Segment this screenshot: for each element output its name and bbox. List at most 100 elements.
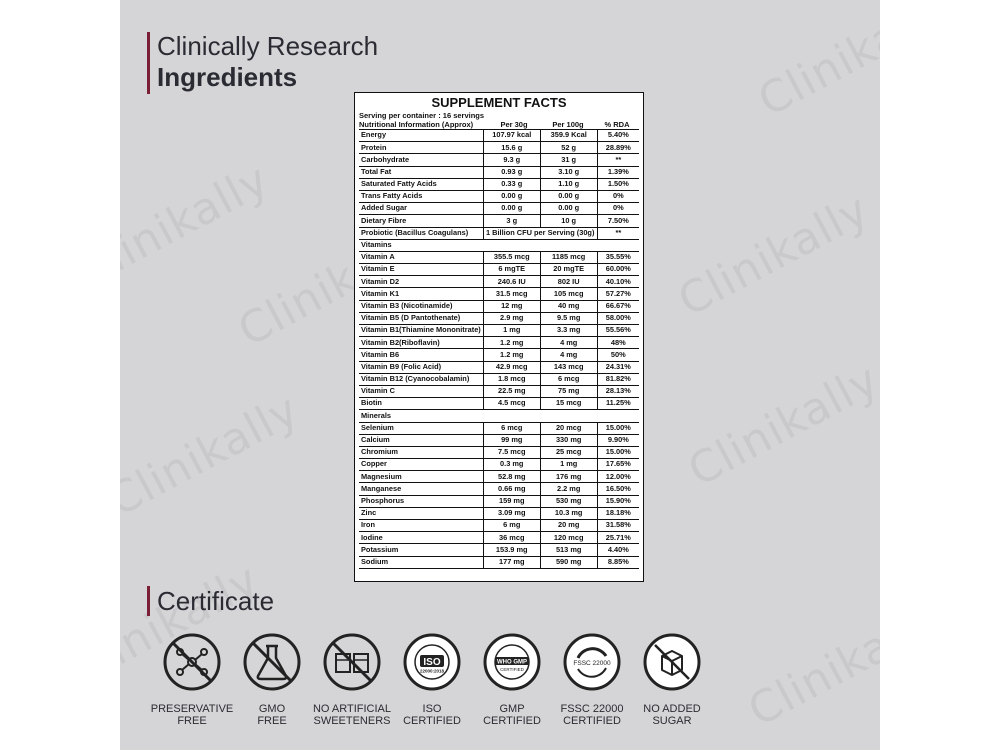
nutrient-per-30g: 240.6 IU bbox=[483, 275, 541, 289]
heading-line-1: Clinically Research bbox=[157, 31, 379, 61]
nutrient-per-30g: 52.8 mg bbox=[483, 470, 541, 484]
table-row: Zinc 3.09 mg 10.3 mg 18.18% bbox=[359, 507, 639, 521]
nutrient-per-30g: 3.09 mg bbox=[483, 507, 541, 521]
nutrient-name: Vitamin B12 (Cyanocobalamin) bbox=[359, 373, 484, 386]
nutrient-per-100g: 330 mg bbox=[540, 434, 598, 447]
nutrient-name: Protein bbox=[359, 141, 484, 155]
watermark: Clinikally bbox=[670, 184, 878, 327]
certificate-item: ISO 22000:2018 ISO CERTIFIED bbox=[387, 632, 477, 727]
nutrient-per-100g: 0.00 g bbox=[540, 202, 598, 216]
table-row: Vitamin B6 1.2 mg 4 mg 50% bbox=[359, 348, 639, 362]
nutrient-rda: 0% bbox=[597, 202, 639, 216]
table-row: Saturated Fatty Acids 0.33 g 1.10 g 1.50% bbox=[359, 178, 639, 191]
certificate-item: GMO FREE bbox=[227, 632, 317, 727]
info-label: Nutritional Information (Approx) bbox=[359, 120, 474, 129]
nutrient-name: Energy bbox=[359, 130, 484, 143]
svg-text:22000:2018: 22000:2018 bbox=[420, 669, 445, 674]
supplement-facts-label: SUPPLEMENT FACTS Serving per container :… bbox=[354, 92, 644, 582]
nutrient-rda: 28.89% bbox=[597, 141, 639, 155]
table-row: Vitamin E6 mgTE 20 mgTE 60.00% bbox=[359, 263, 639, 277]
nutrient-per-100g: 4 mg bbox=[540, 336, 598, 350]
certificate-label-line1: ISO bbox=[422, 703, 442, 715]
nutrient-rda: 7.50% bbox=[597, 214, 639, 228]
table-row: Vitamin B5 (D Pantothenate) 2.9 mg 9.5 mg 5… bbox=[359, 312, 639, 326]
supplement-facts-title: SUPPLEMENT FACTS bbox=[431, 95, 567, 110]
nutrient-name: Sodium bbox=[359, 556, 484, 569]
watermark: Clinikally bbox=[680, 354, 880, 497]
nutrient-name: Manganese bbox=[359, 482, 484, 496]
nutrient-name: Vitamin K1 bbox=[359, 287, 484, 301]
watermark: Clinikally bbox=[120, 154, 278, 297]
nutrient-name: Vitamin D2 bbox=[359, 275, 484, 289]
nutrient-per-100g: 52 g bbox=[540, 141, 598, 155]
nutrient-rda: 25.71% bbox=[597, 531, 639, 545]
nutrient-per-100g: 20 mgTE bbox=[540, 263, 598, 277]
nutrient-rda: 1.39% bbox=[597, 166, 639, 179]
nutrient-per-30g: 153.9 mg bbox=[483, 543, 541, 557]
nutrient-per-30g: 4.5 mcg bbox=[483, 397, 541, 411]
nutrient-name: Selenium bbox=[359, 422, 484, 435]
nutrient-per-100g: 0.00 g bbox=[540, 190, 598, 204]
certificate-label-line1: GMO bbox=[258, 703, 286, 715]
nutrient-rda: 50% bbox=[597, 348, 639, 362]
certificate-label-line2: FREE bbox=[257, 715, 287, 727]
nutrient-name: Vitamin C bbox=[359, 385, 484, 399]
nutrient-per-100g: 2.2 mg bbox=[540, 482, 598, 496]
nutrient-name: Chromium bbox=[359, 446, 484, 460]
nutrient-per-100g: 10 g bbox=[540, 214, 598, 228]
table-section-row: Minerals bbox=[359, 409, 639, 423]
nutrient-per-100g: 802 IU bbox=[540, 275, 598, 289]
nutrient-rda: 0% bbox=[597, 190, 639, 204]
nutrient-per-30g: 0.66 mg bbox=[483, 482, 541, 496]
nutrient-per-30g: 6 mgTE bbox=[483, 263, 541, 277]
nutrient-rda: 17.65% bbox=[597, 458, 639, 472]
certificate-item: WHO GMP CERTIFIED GMP CERTIFIED bbox=[467, 632, 557, 727]
nutrient-per-30g: 22.5 mg bbox=[483, 385, 541, 399]
column-headers: Nutritional Information (Approx) Per 30g… bbox=[359, 120, 639, 130]
nutrient-per-100g: 6 mcg bbox=[540, 373, 598, 386]
no-added-sugar-icon bbox=[643, 633, 701, 691]
nutrient-per-30g: 36 mcg bbox=[483, 531, 541, 545]
ingredients-heading: Clinically Research Ingredients bbox=[147, 32, 378, 94]
serving-info: Serving per container : 16 servings bbox=[359, 111, 485, 120]
nutrient-per-100g: 359.9 Kcal bbox=[540, 130, 598, 143]
nutrient-name: Vitamin B5 (D Pantothenate) bbox=[359, 312, 484, 326]
certificate-label-line2: CERTIFIED bbox=[483, 715, 541, 727]
svg-text:CERTIFIED: CERTIFIED bbox=[500, 667, 524, 672]
table-row: Probiotic (Bacillus Coagulans) 1 Billion … bbox=[359, 227, 639, 240]
nutrient-rda: 16.50% bbox=[597, 482, 639, 496]
nutrient-rda: 48% bbox=[597, 336, 639, 350]
nutrient-per-100g: 15 mcg bbox=[540, 397, 598, 411]
nutrient-rda: 60.00% bbox=[597, 263, 639, 277]
nutrition-table: Energy 107.97 kcal 359.9 Kcal 5.40% Protein 1… bbox=[359, 130, 639, 569]
nutrient-rda: 5.40% bbox=[597, 130, 639, 143]
nutrient-per-30g: 6 mcg bbox=[483, 422, 541, 435]
certificate-label-line2: SUGAR bbox=[652, 715, 692, 727]
nutrient-per-100g: 31 g bbox=[540, 153, 598, 167]
nutrient-per-30g: 177 mg bbox=[483, 556, 541, 569]
table-row: Vitamin A 355.5 mcg 1185 mcg 35.55% bbox=[359, 251, 639, 265]
nutrient-name: Added Sugar bbox=[359, 202, 484, 216]
table-row: Vitamin D2 240.6 IU 802 IU 40.10% bbox=[359, 275, 639, 289]
table-row: Iron 6 mg 20 mg 31.58% bbox=[359, 519, 639, 533]
nutrient-per-30g: 99 mg bbox=[483, 434, 541, 447]
table-row: Vitamin B3 (Nicotinamide) 12 mg 40 mg 66.67… bbox=[359, 300, 639, 313]
nutrient-rda: 18.18% bbox=[597, 507, 639, 521]
nutrient-rda: 24.31% bbox=[597, 361, 639, 374]
table-row: Vitamin B12 (Cyanocobalamin) 1.8 mcg 6 mcg… bbox=[359, 373, 639, 386]
nutrient-rda: 9.90% bbox=[597, 434, 639, 447]
nutrient-per-100g: 143 mcg bbox=[540, 361, 598, 374]
nutrient-name: Biotin bbox=[359, 397, 484, 411]
certificate-label-line2: CERTIFIED bbox=[403, 715, 461, 727]
nutrient-per-100g: 513 mg bbox=[540, 543, 598, 557]
nutrient-name: Phosphorus bbox=[359, 495, 484, 508]
certificate-label-line1: FSSC 22000 bbox=[560, 703, 624, 715]
nutrient-per-30g: 1.2 mg bbox=[483, 336, 541, 350]
certificate-item: NO ARTIFICIAL SWEETENERS bbox=[307, 632, 397, 727]
nutrient-rda: 58.00% bbox=[597, 312, 639, 326]
nutrient-per-30g: 1 mg bbox=[483, 324, 541, 338]
nutrient-rda: 12.00% bbox=[597, 470, 639, 484]
nutrient-per-30g: 15.6 g bbox=[483, 141, 541, 155]
nutrient-per-30g: 159 mg bbox=[483, 495, 541, 508]
nutrient-per-100g: 530 mg bbox=[540, 495, 598, 508]
